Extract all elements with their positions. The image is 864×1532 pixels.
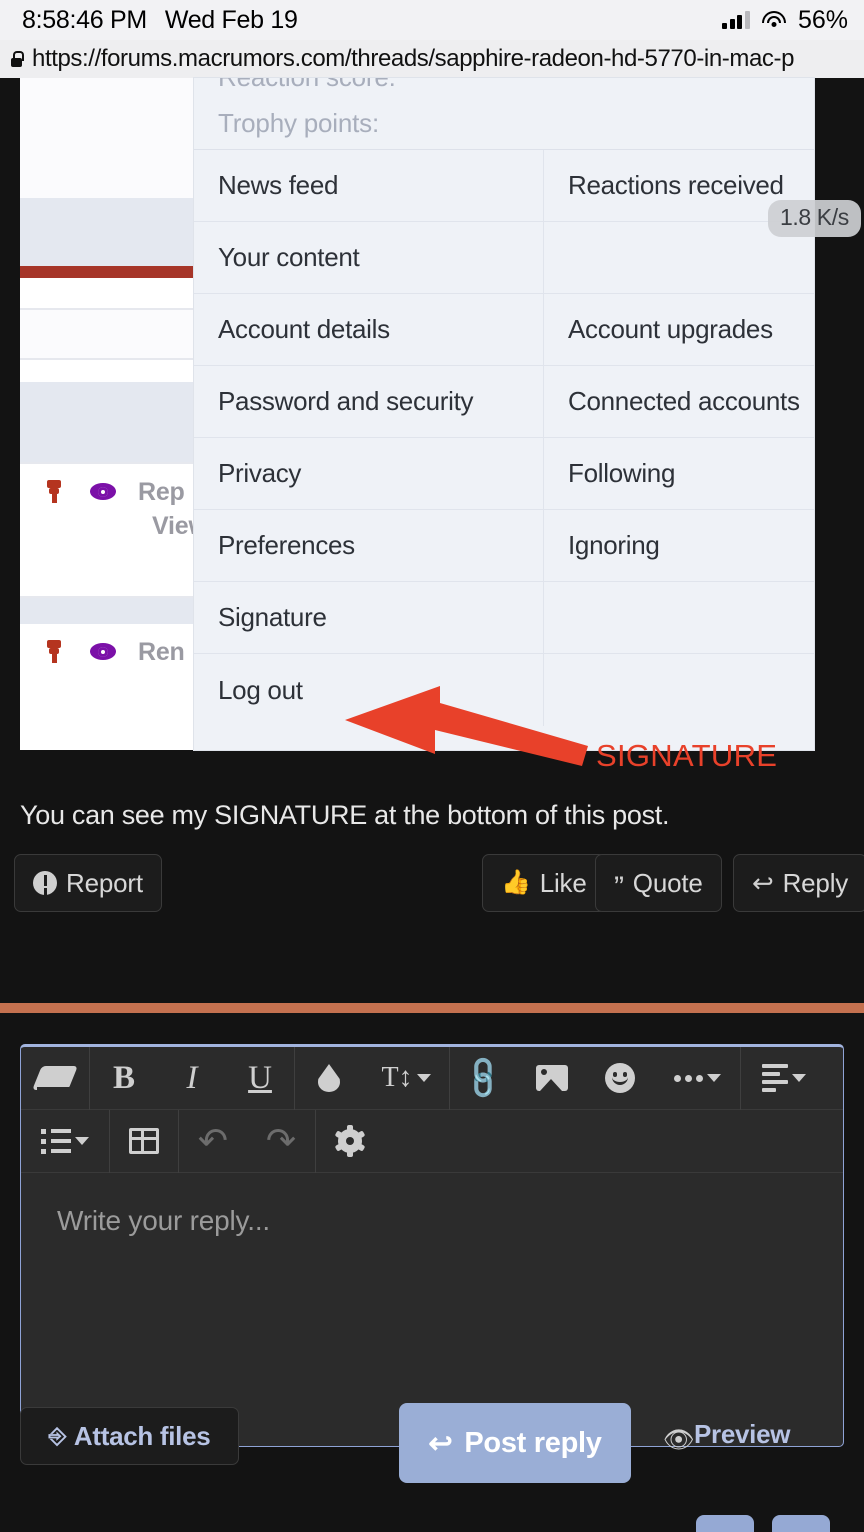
quote-button[interactable]: ” Quote	[595, 854, 722, 912]
text-align-icon[interactable]	[741, 1047, 827, 1110]
menu-item-account-upgrades[interactable]: Account upgrades	[543, 294, 814, 366]
underline-icon[interactable]: U	[226, 1047, 294, 1110]
menu-item-signature[interactable]: Signature	[194, 582, 543, 654]
status-bar-time: 8:58:46 PM	[22, 5, 147, 34]
reply-button-label: Reply	[782, 867, 849, 898]
like-button-label: Like	[539, 867, 587, 898]
arrow-down-icon: ↓	[793, 1527, 810, 1532]
attach-files-label: Attach files	[73, 1420, 211, 1451]
menu-item-preferences[interactable]: Preferences	[194, 510, 543, 582]
menu-item-news-feed[interactable]: News feed	[194, 150, 543, 222]
menu-item-your-content[interactable]: Your content	[194, 222, 543, 294]
address-bar-url: https://forums.macrumors.com/threads/sap…	[32, 45, 795, 72]
reaction-score-label: Reaction score:	[218, 78, 396, 93]
paperclip-icon: ⎆	[48, 1423, 67, 1448]
status-bar-left: 8:58:46 PM Wed Feb 19	[22, 6, 298, 35]
report-button-label: Report	[66, 867, 143, 898]
menu-item-empty-2	[543, 582, 814, 654]
redo-icon[interactable]: ↷	[247, 1110, 315, 1173]
menu-item-log-out[interactable]: Log out	[194, 654, 543, 726]
settings-gear-icon[interactable]	[316, 1110, 384, 1173]
menu-item-account-details[interactable]: Account details	[194, 294, 543, 366]
editor-toolbar-row-1: B I U T↕ 🔗	[21, 1047, 843, 1110]
warning-icon	[33, 871, 57, 895]
trophy-points-label: Trophy points:	[218, 108, 379, 138]
ios-status-bar: 8:58:46 PM Wed Feb 19 56%	[0, 0, 864, 40]
text-color-icon[interactable]	[295, 1047, 363, 1110]
insert-image-icon[interactable]	[518, 1047, 586, 1110]
section-divider	[0, 1003, 864, 1013]
eye-icon	[90, 483, 116, 500]
undo-icon[interactable]: ↶	[179, 1110, 247, 1173]
battery-percent: 56%	[797, 5, 848, 34]
menu-item-privacy[interactable]: Privacy	[194, 438, 543, 510]
post-actions-bar: Report 👍 Like ” Quote ↩ Reply	[0, 854, 864, 918]
lock-icon	[10, 51, 24, 67]
status-bar-right: 56%	[722, 6, 848, 35]
italic-icon[interactable]: I	[158, 1047, 226, 1110]
emoji-icon[interactable]	[586, 1047, 654, 1110]
account-menu-grid: News feed Reactions received Your conten…	[194, 150, 814, 726]
report-button[interactable]: Report	[14, 854, 162, 912]
wifi-icon	[761, 11, 786, 29]
menu-item-password-and-security[interactable]: Password and security	[194, 366, 543, 438]
like-button[interactable]: 👍 Like	[482, 854, 606, 912]
thumbs-up-icon: 👍	[501, 869, 531, 896]
font-size-icon[interactable]: T↕	[363, 1047, 449, 1110]
network-speed-indicator: 1.8 K/s	[768, 200, 861, 237]
post-body-text: You can see my SIGNATURE at the bottom o…	[20, 800, 670, 830]
quote-mark-icon: ”	[614, 871, 624, 904]
insert-table-icon[interactable]	[110, 1110, 178, 1173]
account-dropdown-menu: Reaction score: Trophy points: News feed…	[194, 78, 814, 750]
eye-icon	[90, 643, 116, 660]
thread-row-text: Ren	[138, 638, 185, 666]
pin-icon	[46, 640, 62, 664]
quote-button-label: Quote	[632, 867, 703, 898]
screen-root: 8:58:46 PM Wed Feb 19 56% https://forums…	[0, 0, 864, 1532]
editor-toolbar-row-2: ↶ ↷	[21, 1109, 843, 1173]
menu-item-connected-accounts[interactable]: Connected accounts	[543, 366, 814, 438]
cellular-bars-icon	[722, 11, 750, 29]
preview-button[interactable]: Preview	[694, 1419, 790, 1450]
reply-button[interactable]: ↩ Reply	[733, 854, 864, 912]
attach-files-button[interactable]: ⎆ Attach files	[20, 1407, 239, 1465]
menu-item-empty-3	[543, 654, 814, 726]
reply-editor: B I U T↕ 🔗 ↶ ↷ Write your reply...	[20, 1044, 844, 1447]
status-bar-date: Wed Feb 19	[164, 5, 298, 34]
menu-item-ignoring[interactable]: Ignoring	[543, 510, 814, 582]
arrow-up-icon: ↑	[717, 1527, 734, 1532]
more-options-icon[interactable]	[654, 1047, 740, 1110]
annotation-label: SIGNATURE	[596, 738, 778, 773]
scroll-down-button[interactable]: ↓	[772, 1515, 830, 1532]
post-reply-button[interactable]: ↩ Post reply	[399, 1403, 631, 1483]
remove-formatting-icon[interactable]	[21, 1047, 89, 1110]
bold-icon[interactable]: B	[90, 1047, 158, 1110]
reply-arrow-icon: ↩	[428, 1427, 453, 1460]
post-reply-label: Post reply	[464, 1426, 602, 1459]
browser-address-bar[interactable]: https://forums.macrumors.com/threads/sap…	[0, 40, 864, 78]
account-menu-header: Reaction score: Trophy points:	[194, 78, 814, 150]
pin-icon	[46, 480, 62, 504]
menu-item-following[interactable]: Following	[543, 438, 814, 510]
reply-arrow-icon: ↩	[752, 868, 774, 898]
bullet-list-icon[interactable]	[21, 1110, 109, 1173]
webpage-viewport: Rep View Ren Reaction score: Trophy poin…	[0, 78, 864, 1532]
eye-icon: 👁	[663, 1426, 695, 1454]
link-icon[interactable]: 🔗	[450, 1047, 518, 1110]
scroll-up-button[interactable]: ↑	[696, 1515, 754, 1532]
